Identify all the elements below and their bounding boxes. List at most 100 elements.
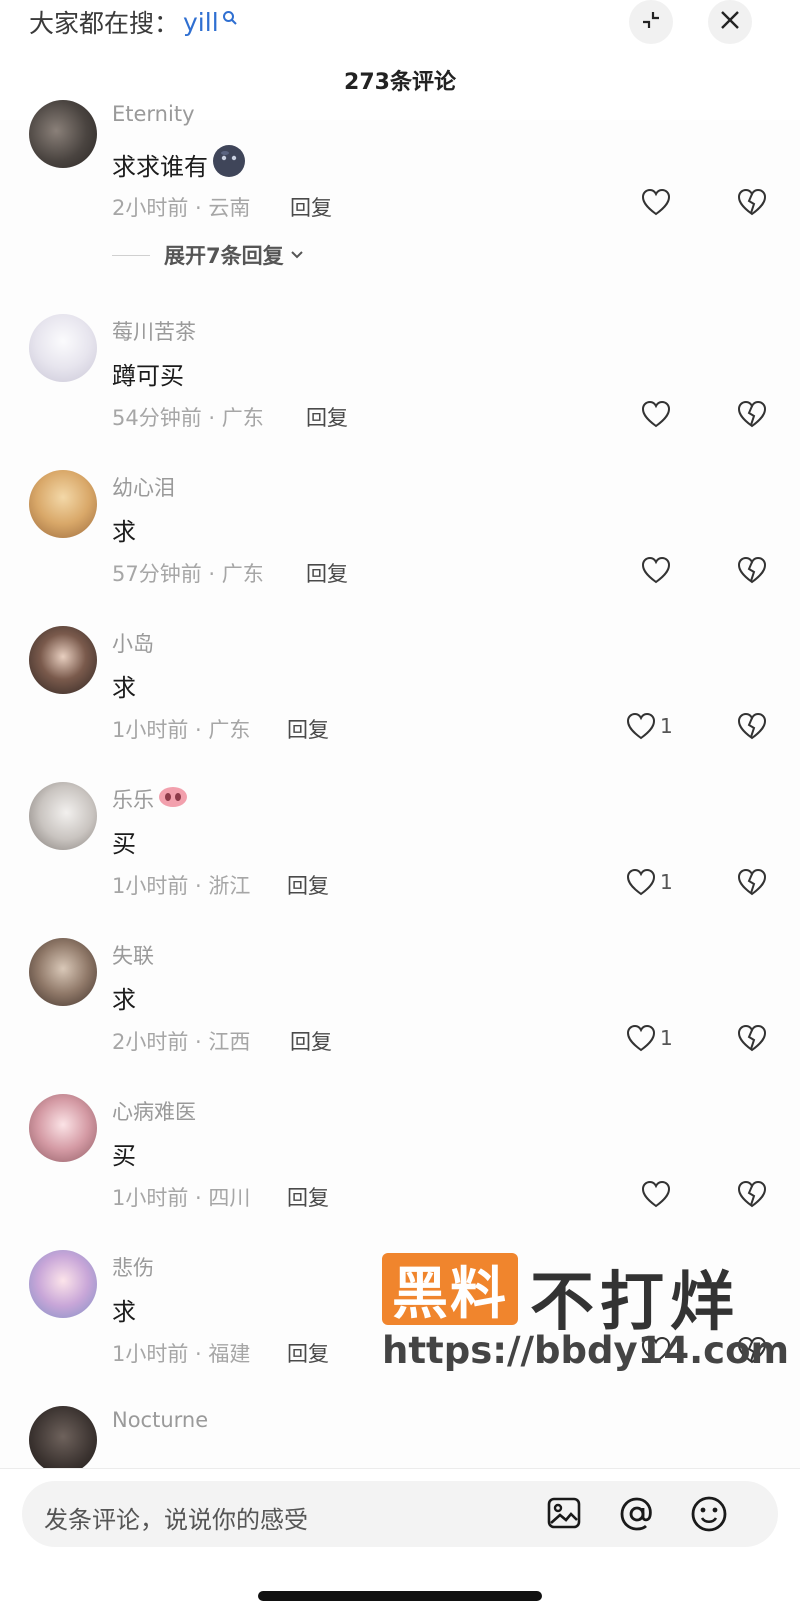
dislike-button[interactable] (737, 868, 767, 900)
reply-button[interactable]: 回复 (290, 1026, 332, 1056)
username[interactable]: 莓川苦茶 (112, 316, 196, 346)
dislike-heart-icon (737, 556, 767, 584)
username-text: 乐乐 (112, 788, 154, 812)
heart-icon (641, 400, 671, 428)
mention-button[interactable] (618, 1495, 656, 1537)
like-button[interactable] (641, 1180, 675, 1208)
comment-input-bar: 发条评论，说说你的感受 (0, 1468, 800, 1623)
dislike-button[interactable] (737, 1024, 767, 1056)
comment-count: 273条评论 (344, 70, 456, 95)
comment-meta: 54分钟前 · 广东 (112, 406, 264, 430)
comment-text-content: 求求谁有 (112, 152, 208, 181)
reply-button[interactable]: 回复 (290, 192, 332, 222)
watermark: 黑料 不打烊 https://bbdy14.com (382, 1253, 789, 1373)
username[interactable]: Nocturne (112, 1408, 208, 1432)
reply-button[interactable]: 回复 (287, 714, 329, 744)
search-prefix: 大家都在搜： (29, 9, 180, 38)
comment-text: 买 (112, 1142, 136, 1170)
heart-icon (626, 712, 656, 740)
avatar[interactable] (29, 782, 97, 850)
avatar[interactable] (29, 1250, 97, 1318)
expand-replies-label: 展开7条回复 (164, 244, 284, 268)
comment-text: 蹲可买 (112, 362, 184, 390)
heart-icon (641, 556, 671, 584)
avatar[interactable] (29, 1406, 97, 1468)
dislike-heart-icon (737, 868, 767, 896)
image-button[interactable] (546, 1495, 582, 1535)
like-button[interactable] (641, 188, 675, 216)
comment-text: 求 (112, 1298, 136, 1326)
comment-meta: 2小时前 · 云南 (112, 196, 251, 220)
dislike-heart-icon (737, 1180, 767, 1208)
comment-input[interactable]: 发条评论，说说你的感受 (22, 1481, 778, 1547)
expand-replies[interactable]: 展开7条回复 (112, 240, 304, 270)
avatar[interactable] (29, 1094, 97, 1162)
avatar[interactable] (29, 470, 97, 538)
collapse-button[interactable] (629, 0, 673, 44)
username[interactable]: Eternity (112, 102, 195, 126)
search-keyword[interactable]: yill (183, 8, 219, 37)
comment-meta: 1小时前 · 广东 (112, 718, 251, 742)
username[interactable]: 悲伤 (112, 1252, 154, 1282)
dislike-heart-icon (737, 712, 767, 740)
reply-button[interactable]: 回复 (287, 870, 329, 900)
like-button[interactable] (641, 400, 675, 428)
heart-icon (626, 868, 656, 896)
image-icon (547, 1497, 581, 1529)
comment-meta: 57分钟前 · 广东 (112, 562, 264, 586)
dislike-button[interactable] (737, 400, 767, 432)
reply-button[interactable]: 回复 (287, 1182, 329, 1212)
username[interactable]: 小岛 (112, 628, 154, 658)
heart-icon (641, 1180, 671, 1208)
avatar[interactable] (29, 100, 97, 168)
dislike-heart-icon (737, 188, 767, 216)
comment-meta: 2小时前 · 江西 (112, 1030, 251, 1054)
comment-input-placeholder: 发条评论，说说你的感受 (44, 1506, 308, 1534)
reply-button[interactable]: 回复 (287, 1338, 329, 1368)
watermark-url: https://bbdy14.com (382, 1329, 790, 1372)
like-button[interactable] (641, 556, 675, 584)
avatar[interactable] (29, 314, 97, 382)
dislike-heart-icon (737, 1024, 767, 1052)
dislike-button[interactable] (737, 712, 767, 744)
heart-icon (626, 1024, 656, 1052)
at-icon (620, 1497, 652, 1531)
comment-text: 求 (112, 674, 136, 702)
avatar[interactable] (29, 626, 97, 694)
home-indicator (258, 1591, 542, 1601)
blob-emoji-icon (212, 144, 246, 184)
close-button[interactable] (708, 0, 752, 44)
comment-text: 求 (112, 986, 136, 1014)
emoji-icon (691, 1496, 727, 1532)
like-button[interactable]: 1 (626, 868, 673, 896)
username[interactable]: 失联 (112, 940, 154, 970)
username[interactable]: 乐乐 (112, 784, 188, 814)
emoji-button[interactable] (690, 1495, 728, 1537)
comment-text: 求 (112, 518, 136, 546)
like-count: 1 (660, 1026, 673, 1050)
heart-icon (641, 188, 671, 216)
like-button[interactable]: 1 (626, 1024, 673, 1052)
reply-button[interactable]: 回复 (306, 558, 348, 588)
username[interactable]: 幼心泪 (112, 472, 175, 502)
dislike-button[interactable] (737, 556, 767, 588)
username[interactable]: 心病难医 (112, 1096, 196, 1126)
like-button[interactable]: 1 (626, 712, 673, 740)
divider (112, 254, 150, 256)
avatar[interactable] (29, 938, 97, 1006)
close-icon (719, 9, 741, 35)
reply-button[interactable]: 回复 (306, 402, 348, 432)
dislike-button[interactable] (737, 1180, 767, 1212)
dislike-heart-icon (737, 400, 767, 428)
search-icon (222, 3, 238, 32)
pig-nose-emoji-icon (158, 786, 188, 813)
comment-meta: 1小时前 · 福建 (112, 1342, 251, 1366)
chevron-down-icon (290, 251, 303, 259)
like-count: 1 (660, 714, 673, 738)
like-count: 1 (660, 870, 673, 894)
dislike-button[interactable] (737, 188, 767, 220)
comment-meta: 1小时前 · 四川 (112, 1186, 251, 1210)
comment-meta: 1小时前 · 浙江 (112, 874, 251, 898)
search-suggestion[interactable]: 大家都在搜： yill (29, 4, 238, 40)
comment-text: 买 (112, 830, 136, 858)
